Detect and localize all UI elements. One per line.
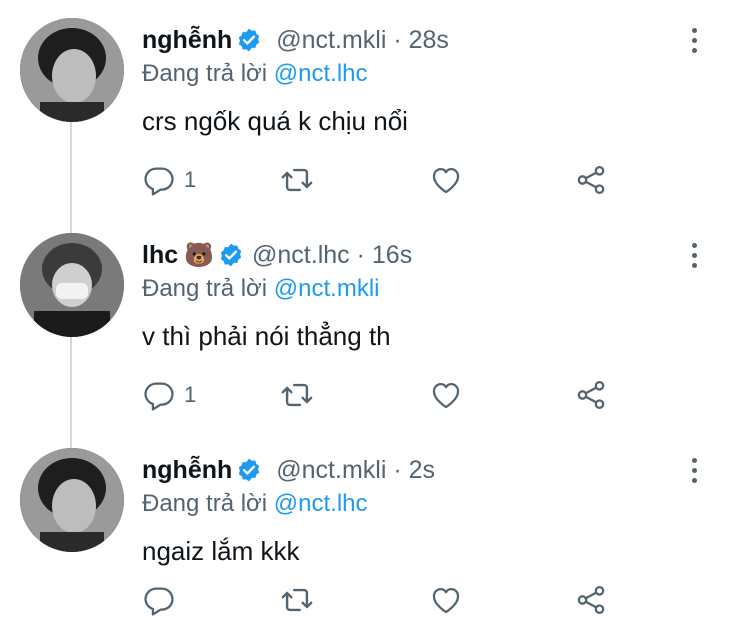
retweet-icon: [279, 378, 315, 412]
reply-button[interactable]: 1: [142, 160, 196, 200]
user-handle[interactable]: @nct.mkli: [276, 26, 386, 54]
user-handle[interactable]: @nct.mkli: [276, 456, 386, 484]
like-button[interactable]: [429, 580, 463, 620]
tweet-header: nghễnh @nct.mkli · 28s: [142, 22, 449, 63]
separator-dot: ·: [393, 26, 402, 54]
more-icon[interactable]: [684, 28, 704, 58]
share-button[interactable]: [574, 580, 608, 620]
reply-count: 1: [184, 167, 197, 192]
tweet[interactable]: nghễnh @nct.mkli · 2s Đang trả lời @nct.l…: [0, 430, 750, 635]
more-icon[interactable]: [684, 458, 704, 488]
replying-to-link[interactable]: @nct.lhc: [274, 60, 368, 87]
separator-dot: ·: [393, 456, 402, 484]
tweet[interactable]: lhc 🐻 @nct.lhc · 16s Đang trả lời @nct.mkl…: [0, 215, 750, 430]
more-icon[interactable]: [684, 243, 704, 273]
tweet-actions: 1: [142, 160, 622, 200]
reply-icon: [142, 163, 176, 197]
retweet-icon: [279, 583, 315, 617]
tweet-header: nghễnh @nct.mkli · 2s: [142, 452, 435, 493]
tweet-actions: 1: [142, 375, 622, 415]
share-icon: [574, 163, 608, 197]
user-handle[interactable]: @nct.lhc: [252, 241, 350, 269]
reply-button[interactable]: [142, 580, 184, 620]
share-icon: [574, 583, 608, 617]
replying-to-label: Đang trả lời: [142, 275, 268, 302]
retweet-button[interactable]: [279, 375, 315, 415]
retweet-icon: [279, 163, 315, 197]
like-button[interactable]: [429, 160, 463, 200]
verified-badge-icon: [236, 27, 262, 63]
tweet-text: crs ngốk quá k chịu nổi: [142, 106, 408, 136]
display-name[interactable]: lhc: [142, 241, 178, 269]
timestamp[interactable]: 16s: [372, 241, 412, 269]
avatar[interactable]: [20, 233, 124, 337]
tweet-text: v thì phải nói thẳng th: [142, 321, 391, 351]
tweet-header: lhc 🐻 @nct.lhc · 16s: [142, 237, 412, 278]
retweet-button[interactable]: [279, 580, 315, 620]
share-button[interactable]: [574, 160, 608, 200]
display-name[interactable]: nghễnh: [142, 26, 232, 54]
replying-to-label: Đang trả lời: [142, 60, 268, 87]
verified-badge-icon: [236, 457, 262, 493]
replying-to-link[interactable]: @nct.lhc: [274, 490, 368, 517]
verified-badge-icon: [218, 242, 244, 278]
separator-dot: ·: [356, 241, 365, 269]
share-icon: [574, 378, 608, 412]
tweet-text: ngaiz lắm kkk: [142, 536, 300, 566]
replying-to-link[interactable]: @nct.mkli: [274, 275, 380, 302]
like-icon: [429, 378, 463, 412]
tweet[interactable]: nghễnh @nct.mkli · 28s Đang trả lời @nct.…: [0, 0, 750, 215]
name-emoji: 🐻: [184, 242, 215, 269]
replying-to: Đang trả lời @nct.lhc: [142, 60, 368, 88]
like-icon: [429, 583, 463, 617]
replying-to: Đang trả lời @nct.mkli: [142, 275, 380, 303]
reply-button[interactable]: 1: [142, 375, 196, 415]
reply-count: 1: [184, 382, 197, 407]
avatar[interactable]: [20, 448, 124, 552]
reply-icon: [142, 378, 176, 412]
retweet-button[interactable]: [279, 160, 315, 200]
timestamp[interactable]: 2s: [409, 456, 435, 484]
replying-to-label: Đang trả lời: [142, 490, 268, 517]
like-icon: [429, 163, 463, 197]
replying-to: Đang trả lời @nct.lhc: [142, 490, 368, 518]
timestamp[interactable]: 28s: [409, 26, 449, 54]
share-button[interactable]: [574, 375, 608, 415]
display-name[interactable]: nghễnh: [142, 456, 232, 484]
reply-icon: [142, 583, 176, 617]
tweet-actions: [142, 580, 622, 620]
like-button[interactable]: [429, 375, 463, 415]
avatar[interactable]: [20, 18, 124, 122]
